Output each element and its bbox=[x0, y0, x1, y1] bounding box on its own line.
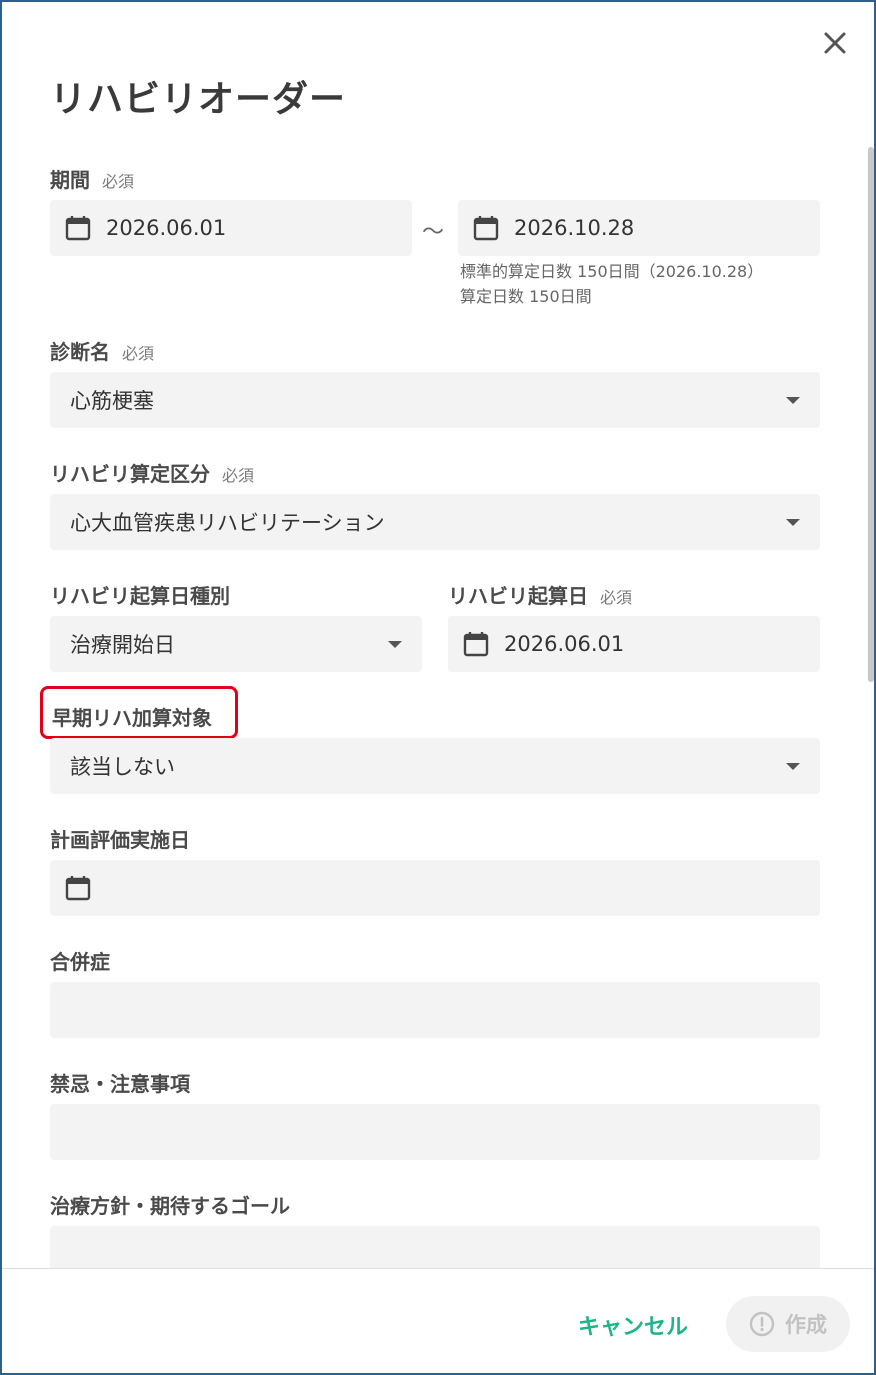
start-date-value: 2026.06.01 bbox=[504, 632, 625, 656]
rehab-category-required-badge: 必須 bbox=[222, 466, 255, 485]
period-start-value: 2026.06.01 bbox=[106, 216, 227, 240]
treatment-policy-label-row: 治療方針・期待するゴール bbox=[50, 1190, 290, 1219]
dialog-title: リハビリオーダー bbox=[50, 79, 347, 120]
calendar-icon bbox=[65, 876, 91, 901]
early-rehab-select[interactable]: 該当しない bbox=[50, 738, 820, 794]
plan-eval-date-field[interactable] bbox=[50, 860, 820, 916]
contraindications-input[interactable] bbox=[50, 1104, 820, 1160]
contraindications-label: 禁忌・注意事項 bbox=[50, 1072, 190, 1096]
plan-eval-label-row: 計画評価実施日 bbox=[50, 824, 190, 853]
start-type-select[interactable]: 治療開始日 bbox=[50, 616, 422, 672]
diagnosis-required-badge: 必須 bbox=[122, 344, 155, 363]
start-date-required-badge: 必須 bbox=[600, 588, 633, 607]
complications-label-row: 合併症 bbox=[50, 946, 110, 975]
early-rehab-label: 早期リハ加算対象 bbox=[52, 706, 212, 730]
contraindications-label-row: 禁忌・注意事項 bbox=[50, 1068, 190, 1097]
calendar-icon bbox=[473, 216, 499, 241]
rehab-category-label-row: リハビリ算定区分 必須 bbox=[50, 458, 254, 487]
complications-label: 合併症 bbox=[50, 950, 110, 974]
chevron-down-icon bbox=[786, 397, 800, 404]
period-label: 期間 bbox=[50, 168, 90, 192]
cancel-button[interactable]: キャンセル bbox=[570, 1304, 696, 1346]
period-required-badge: 必須 bbox=[102, 172, 135, 191]
start-type-label-row: リハビリ起算日種別 bbox=[50, 580, 230, 609]
period-label-row: 期間 必須 bbox=[50, 164, 134, 193]
close-icon bbox=[824, 32, 846, 54]
rehab-category-value: 心大血管疾患リハビリテーション bbox=[70, 511, 385, 535]
chevron-down-icon bbox=[786, 519, 800, 526]
start-date-label-row: リハビリ起算日 必須 bbox=[448, 580, 632, 609]
period-start-field[interactable]: 2026.06.01 bbox=[50, 200, 412, 256]
rehab-category-select[interactable]: 心大血管疾患リハビリテーション bbox=[50, 494, 820, 550]
alert-circle-icon bbox=[749, 1311, 775, 1337]
start-date-label: リハビリ起算日 bbox=[448, 584, 588, 608]
start-type-value: 治療開始日 bbox=[70, 633, 175, 657]
scrollbar[interactable] bbox=[868, 147, 874, 682]
diagnosis-select[interactable]: 心筋梗塞 bbox=[50, 372, 820, 428]
period-separator: ～ bbox=[422, 220, 445, 245]
plan-eval-label: 計画評価実施日 bbox=[50, 828, 190, 852]
period-end-value: 2026.10.28 bbox=[514, 216, 635, 240]
diagnosis-label-row: 診断名 必須 bbox=[50, 336, 154, 365]
close-button[interactable] bbox=[820, 28, 850, 58]
early-rehab-value: 該当しない bbox=[70, 755, 175, 779]
diagnosis-label: 診断名 bbox=[50, 340, 110, 364]
calendar-icon bbox=[65, 216, 91, 241]
early-rehab-label-row: 早期リハ加算対象 bbox=[52, 702, 212, 731]
chevron-down-icon bbox=[388, 641, 402, 648]
standard-days-note: 標準的算定日数 150日間（2026.10.28） bbox=[460, 262, 764, 281]
rehab-category-label: リハビリ算定区分 bbox=[50, 462, 210, 486]
calculated-days-note: 算定日数 150日間 bbox=[460, 287, 592, 306]
calendar-icon bbox=[463, 632, 489, 657]
diagnosis-value: 心筋梗塞 bbox=[70, 389, 154, 413]
complications-input[interactable] bbox=[50, 982, 820, 1038]
create-button-label: 作成 bbox=[785, 1313, 827, 1337]
create-button[interactable]: 作成 bbox=[726, 1296, 850, 1352]
treatment-policy-label: 治療方針・期待するゴール bbox=[50, 1194, 290, 1218]
period-end-field[interactable]: 2026.10.28 bbox=[458, 200, 820, 256]
rehab-order-dialog: リハビリオーダー 期間 必須 2026.06.01 ～ 2026.10.28 標… bbox=[0, 0, 876, 1375]
start-date-field[interactable]: 2026.06.01 bbox=[448, 616, 820, 672]
start-type-label: リハビリ起算日種別 bbox=[50, 584, 230, 608]
chevron-down-icon bbox=[786, 763, 800, 770]
